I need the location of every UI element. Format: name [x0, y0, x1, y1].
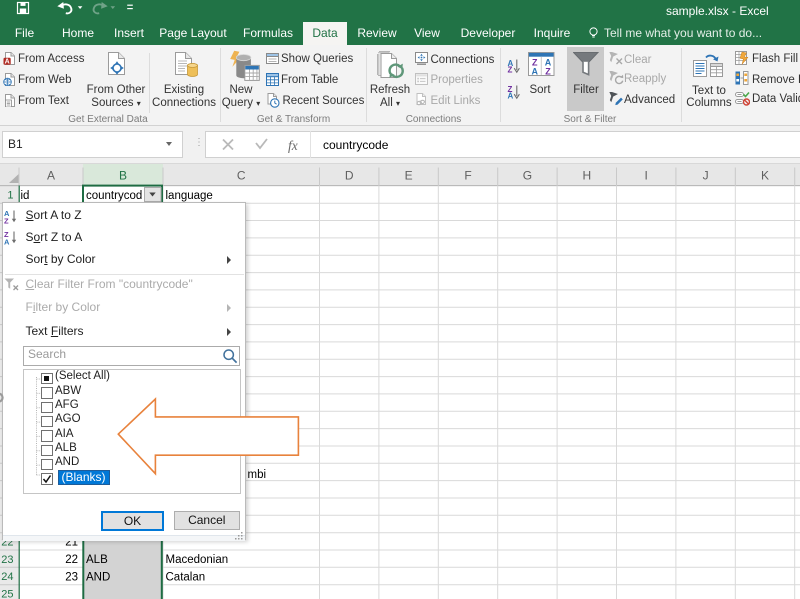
svg-text:countrycod: countrycod [86, 190, 142, 202]
svg-text:Z: Z [4, 217, 9, 225]
svg-text:A: A [5, 59, 10, 65]
svg-text:K: K [761, 169, 769, 183]
svg-text:A: A [531, 66, 538, 76]
svg-text:G: G [523, 169, 532, 183]
svg-text:B: B [119, 169, 127, 183]
svg-text:22: 22 [65, 554, 78, 566]
svg-text:1: 1 [7, 190, 13, 202]
svg-text:A: A [4, 238, 10, 246]
svg-text:H: H [582, 169, 591, 183]
svg-text:Z: Z [508, 65, 513, 73]
svg-text:id: id [21, 190, 30, 202]
svg-text:I: I [645, 169, 648, 183]
svg-text:Macedonian: Macedonian [166, 554, 229, 566]
svg-text:D: D [345, 169, 354, 183]
svg-text:C: C [237, 169, 246, 183]
svg-text:fx: fx [288, 138, 298, 153]
svg-text:24: 24 [1, 571, 13, 583]
svg-text:23: 23 [1, 554, 13, 566]
svg-text:A: A [508, 92, 514, 100]
svg-text:language: language [166, 190, 213, 202]
svg-text:mbi: mbi [248, 469, 267, 481]
svg-text:A: A [47, 169, 55, 183]
svg-text:Catalan: Catalan [166, 571, 206, 583]
svg-text:Z: Z [545, 66, 551, 76]
svg-text:ALB: ALB [86, 554, 108, 566]
svg-text:23: 23 [65, 571, 78, 583]
svg-text:E: E [405, 169, 413, 183]
svg-text:25: 25 [1, 589, 13, 599]
svg-text:AND: AND [86, 571, 110, 583]
svg-text:J: J [703, 169, 709, 183]
svg-text:F: F [464, 169, 471, 183]
